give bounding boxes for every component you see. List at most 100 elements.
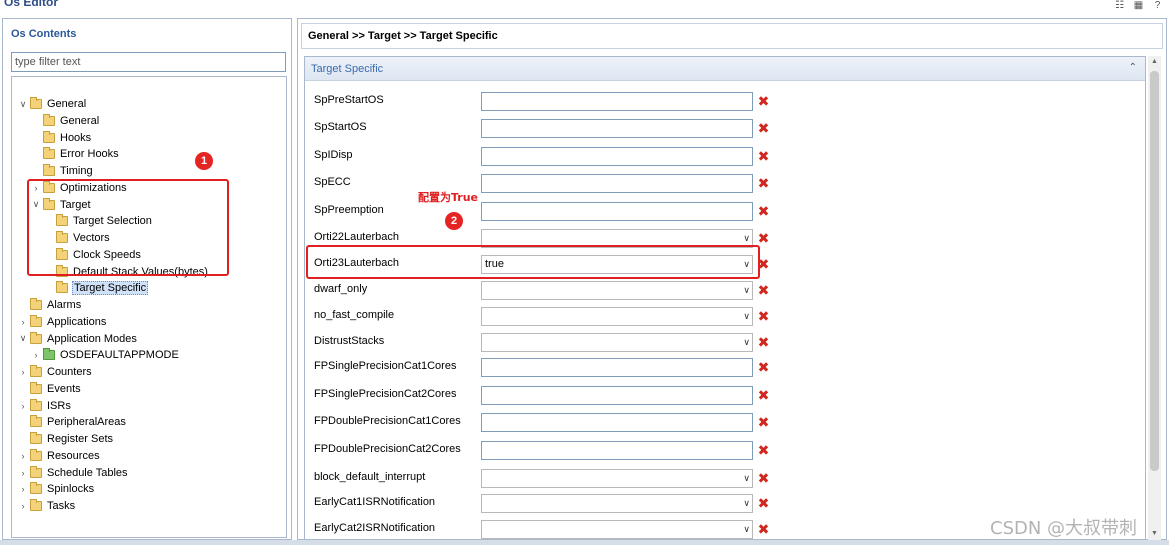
export-icon[interactable]: ▦ (1133, 0, 1144, 11)
property-label: Orti22Lauterbach (314, 231, 399, 243)
delete-icon[interactable]: ✖ (757, 471, 770, 485)
tree-item-label: Events (47, 382, 81, 395)
tree-item[interactable]: › Schedule Tables (18, 465, 129, 481)
folder-icon (30, 415, 42, 428)
property-row: block_default_interrupt ∨ ✖ (305, 469, 775, 489)
tree-item[interactable]: Events (18, 381, 82, 397)
property-input[interactable] (481, 441, 753, 460)
delete-icon[interactable]: ✖ (757, 176, 770, 190)
chevron-down-icon[interactable]: ∨ (743, 233, 750, 244)
property-dropdown[interactable]: ∨ (481, 520, 753, 539)
delete-icon[interactable]: ✖ (757, 231, 770, 245)
annotation-note: 配置为True (418, 191, 479, 204)
folder-icon (43, 164, 55, 176)
property-label: SpPreemption (314, 204, 384, 216)
tree-item[interactable]: Target Specific (44, 280, 149, 296)
tree-item[interactable]: Alarms (18, 297, 82, 313)
tree-item[interactable]: › Tasks (18, 498, 76, 514)
tree-item[interactable]: › Spinlocks (18, 481, 95, 497)
chevron-right-icon[interactable]: › (31, 350, 41, 360)
folder-icon (30, 97, 42, 109)
property-input[interactable] (481, 413, 753, 432)
folder-icon (30, 298, 42, 310)
target-specific-section: Target Specific ⌃ SpPreStartOS ✖ SpStartOS… (304, 56, 1146, 540)
property-input[interactable] (481, 358, 753, 377)
property-dropdown[interactable]: ∨ (481, 494, 753, 513)
tree-item-label: Alarms (47, 299, 82, 311)
tree-item-label: Target Specific (72, 281, 149, 296)
tree-item[interactable]: Register Sets (18, 431, 114, 447)
chevron-right-icon[interactable]: › (18, 468, 28, 478)
delete-icon[interactable]: ✖ (757, 309, 770, 323)
section-title: Target Specific (311, 63, 384, 75)
filter-input[interactable] (11, 52, 286, 72)
delete-icon[interactable]: ✖ (757, 204, 770, 218)
chevron-down-icon[interactable]: ∨ (743, 498, 750, 509)
status-strip (0, 540, 1169, 545)
scroll-up-icon[interactable]: ▲ (1148, 56, 1161, 68)
property-dropdown[interactable]: ∨ (481, 281, 753, 300)
property-input[interactable] (481, 174, 753, 193)
tree-item[interactable]: Timing (31, 163, 94, 179)
property-row: dwarf_only ∨ ✖ (305, 281, 775, 301)
delete-icon[interactable]: ✖ (757, 360, 770, 374)
tree-item[interactable]: ∨ General (18, 96, 87, 112)
delete-icon[interactable]: ✖ (757, 496, 770, 510)
chevron-right-icon[interactable]: › (18, 367, 28, 377)
chevron-right-icon[interactable]: › (18, 451, 28, 461)
chevron-down-icon[interactable]: ∨ (18, 333, 28, 344)
tree-item[interactable]: › ISRs (18, 398, 72, 414)
delete-icon[interactable]: ✖ (757, 443, 770, 457)
chevron-right-icon[interactable]: › (18, 401, 28, 411)
tree-item[interactable]: Hooks (31, 130, 92, 146)
tree-item[interactable]: › Resources (18, 448, 101, 464)
tree-item[interactable]: › Applications (18, 314, 107, 330)
property-dropdown[interactable]: ∨ (481, 307, 753, 326)
folder-icon (30, 365, 42, 377)
help-icon[interactable]: ? (1152, 0, 1163, 11)
section-header[interactable]: Target Specific ⌃ (305, 57, 1145, 81)
delete-icon[interactable]: ✖ (757, 149, 770, 163)
folder-icon (30, 381, 42, 394)
property-label: FPSinglePrecisionCat1Cores (314, 360, 457, 372)
chevron-down-icon[interactable]: ∨ (743, 285, 750, 296)
tree-item[interactable]: Error Hooks (31, 146, 120, 162)
chevron-down-icon[interactable]: ∨ (743, 473, 750, 484)
chevron-down-icon[interactable]: ∨ (743, 524, 750, 535)
tree-item-label: Applications (47, 315, 107, 328)
delete-icon[interactable]: ✖ (757, 94, 770, 108)
property-input[interactable] (481, 202, 753, 221)
property-label: EarlyCat2ISRNotification (314, 522, 436, 534)
chevron-down-icon[interactable]: ∨ (18, 99, 28, 110)
property-row: SpIDisp ✖ (305, 147, 775, 167)
property-label: SpECC (314, 176, 351, 188)
tree-item[interactable]: › Counters (18, 364, 93, 380)
delete-icon[interactable]: ✖ (757, 335, 770, 349)
chevron-down-icon[interactable]: ∨ (743, 337, 750, 348)
tree-item[interactable]: PeripheralAreas (18, 414, 127, 430)
delete-icon[interactable]: ✖ (757, 388, 770, 402)
tree-item[interactable]: General (31, 113, 100, 129)
property-input[interactable] (481, 92, 753, 111)
folder-icon (43, 147, 55, 160)
delete-icon[interactable]: ✖ (757, 283, 770, 297)
property-input[interactable] (481, 147, 753, 166)
property-dropdown[interactable]: ∨ (481, 469, 753, 488)
tree-item[interactable]: › OSDEFAULTAPPMODE (31, 347, 180, 363)
property-dropdown[interactable]: ∨ (481, 333, 753, 352)
scroll-thumb[interactable] (1150, 71, 1159, 471)
scroll-down-icon[interactable]: ▼ (1148, 528, 1161, 540)
tree-item[interactable]: ∨ Application Modes (18, 331, 138, 347)
property-input[interactable] (481, 386, 753, 405)
clipboard-icon[interactable]: ☷ (1114, 0, 1125, 11)
delete-icon[interactable]: ✖ (757, 522, 770, 536)
delete-icon[interactable]: ✖ (757, 121, 770, 135)
chevron-right-icon[interactable]: › (18, 317, 28, 327)
delete-icon[interactable]: ✖ (757, 415, 770, 429)
vertical-scrollbar[interactable]: ▲ ▼ (1148, 56, 1161, 540)
chevron-right-icon[interactable]: › (18, 501, 28, 511)
property-input[interactable] (481, 119, 753, 138)
collapse-icon[interactable]: ⌃ (1129, 62, 1137, 73)
chevron-down-icon[interactable]: ∨ (743, 311, 750, 322)
chevron-right-icon[interactable]: › (18, 484, 28, 494)
